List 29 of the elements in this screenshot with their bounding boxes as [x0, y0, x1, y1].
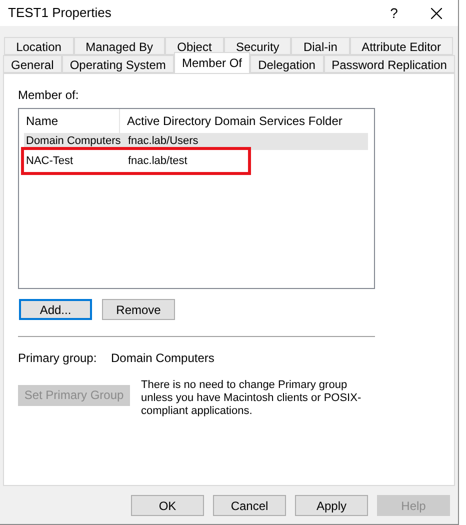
- dialog-button[interactable]: OK: [131, 495, 204, 516]
- window-title: TEST1 Properties: [8, 4, 112, 22]
- member-of-label: Member of:: [18, 87, 80, 104]
- primary-group-label: Primary group:: [18, 350, 98, 367]
- tab[interactable]: Location: [4, 37, 74, 55]
- tab[interactable]: Password Replication: [324, 55, 455, 73]
- column-header[interactable]: Active Directory Domain Services Folder: [120, 109, 374, 133]
- table-cell-text: NAC-Test: [25, 154, 74, 169]
- dialog-button[interactable]: Cancel: [213, 495, 286, 516]
- tab[interactable]: General: [3, 55, 62, 73]
- list-button[interactable]: Remove: [102, 299, 175, 320]
- tab[interactable]: Operating System: [62, 55, 174, 73]
- list-row[interactable]: NAC-Test fnac.lab/test: [24, 150, 248, 172]
- tab[interactable]: Managed By: [74, 37, 166, 55]
- tab[interactable]: Attribute Editor: [350, 37, 454, 55]
- table-cell-text: fnac.lab/test: [127, 154, 188, 169]
- tab[interactable]: Dial-in: [291, 37, 350, 55]
- list-button[interactable]: Add...: [19, 299, 92, 320]
- table-cell-text: Domain Computers: [25, 134, 122, 150]
- note-text: There is no need to change Primary group unless you have Macintosh clients or POSIX-compliant applications.: [141, 379, 362, 418]
- help-button[interactable]: ?: [374, 2, 414, 24]
- member-list[interactable]: Name Active Directory Domain Services Folder Domain Computers fnac.lab/Users NAC-Test fnac.lab/test: [18, 108, 375, 289]
- tab[interactable]: Member Of: [174, 52, 250, 73]
- close-icon: [430, 8, 442, 18]
- table-cell-text: fnac.lab/Users: [127, 134, 198, 150]
- primary-group-value: Domain Computers: [111, 350, 214, 367]
- dialog-button[interactable]: Apply: [295, 495, 368, 516]
- tab[interactable]: Delegation: [250, 55, 324, 73]
- tab[interactable]: Security: [224, 37, 292, 55]
